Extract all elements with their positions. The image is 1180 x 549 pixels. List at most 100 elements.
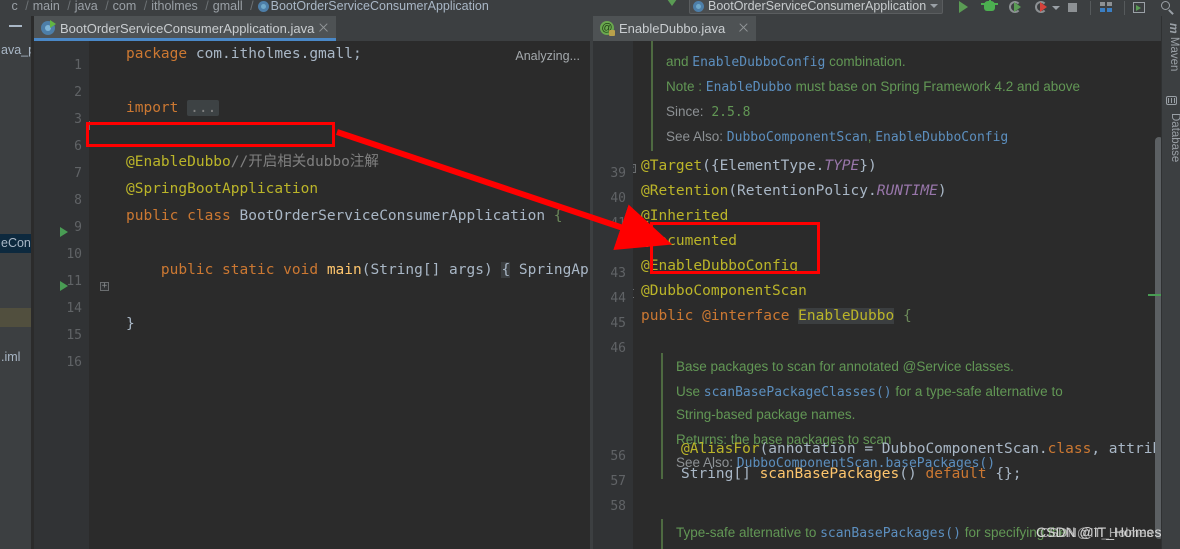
run-button[interactable] [955,0,973,16]
breadcrumb-item[interactable]: com [113,0,137,13]
fold-expand-icon[interactable]: + [89,121,90,130]
fold-brace-icon[interactable] [633,289,634,298]
doc-link[interactable]: scanBasePackageClasses() [704,385,892,400]
line-number: 58 [610,499,626,514]
line-number: 1 [74,58,82,73]
doc-line: Note : EnableDubbo must base on Spring F… [666,79,1081,95]
doc-link[interactable]: EnableDubboConfig [875,130,1008,145]
close-icon[interactable] [738,22,749,33]
java-class-run-icon [41,20,56,35]
code-line-1: package com.itholmes.gmall; [126,46,362,62]
tool-window-maven[interactable]: m Maven [1162,20,1180,71]
project-row[interactable]: ava_pr [0,41,31,60]
project-row[interactable] [0,272,31,291]
fold-expand-icon[interactable]: + [100,282,109,291]
run-gutter-icon[interactable] [60,227,68,237]
tab-enable-dubbo[interactable]: EnableDubbo.java [593,16,756,41]
line-number: 43 [610,266,626,281]
right-code-area[interactable]: and EnableDubboConfig combination. Note … [633,41,1180,549]
run-configuration-selector[interactable]: BootOrderServiceConsumerApplication [689,0,944,14]
left-gutter[interactable]: 1 2 3 6 7 8 9 10 11 14 15 16 [34,41,89,549]
project-row[interactable] [0,79,31,98]
code-line-7: @EnableDubbo//开启相关dubbo注解 [126,154,379,170]
breadcrumb-separator: / [25,0,29,13]
doc-link[interactable]: scanBasePackages() [820,526,961,541]
breadcrumb-item[interactable]: itholmes [151,0,198,13]
doc-line: Use scanBasePackageClasses() for a type-… [676,384,1063,400]
tab-boot-order-service-consumer-application[interactable]: BootOrderServiceConsumerApplication.java [34,16,336,41]
maven-icon: m [1167,23,1180,34]
line-number: 57 [610,474,626,489]
doc-line: and EnableDubboConfig combination. [666,54,906,70]
top-toolbar: c / main / java / com / itholmes / gmall / Boo… [0,0,1180,16]
fold-collapse-icon[interactable]: − [633,164,636,173]
tool-window-label: Database [1169,113,1180,163]
breadcrumb-item[interactable]: main [33,0,60,13]
run-config-class-icon [693,1,704,12]
project-row-modified[interactable] [0,308,31,327]
code-line-39: @Target({ElementType.TYPE}) [641,158,877,174]
run-with-coverage-button[interactable] [1007,0,1025,16]
doc-link[interactable]: DubboComponentScan [727,130,868,145]
left-analyzing-status: Analyzing... [515,49,580,63]
chevron-down-icon [930,4,939,8]
breadcrumb-class[interactable]: BootOrderServiceConsumerApplication [271,0,489,13]
code-line-8: @SpringBootApplication [126,181,319,197]
breadcrumb-item[interactable]: java [75,0,98,13]
left-editor-tabstrip: BootOrderServiceConsumerApplication.java [34,16,590,41]
project-row[interactable] [0,117,31,136]
updates-button[interactable] [1130,0,1148,16]
code-line-40: @Retention(RetentionPolicy.RUNTIME) [641,183,947,199]
profile-dropdown-icon[interactable] [1052,6,1060,10]
stop-button[interactable] [1064,0,1082,16]
code-line-45: public @interface EnableDubbo { [641,308,912,324]
services-button[interactable] [1098,0,1116,16]
left-code-area[interactable]: + + package com.itholmes.gmall; import .… [89,41,590,549]
code-line-documented: @Documented [641,233,738,249]
line-number: 7 [74,166,82,181]
project-tool-window-sliver[interactable]: ava_pr eCons .iml [0,16,31,549]
code-line-15: } [126,316,135,332]
tool-window-database[interactable]: Database [1162,110,1180,162]
project-row[interactable]: .iml [0,348,31,367]
line-number: 8 [74,193,82,208]
code-line-44: @DubboComponentScan [641,283,807,299]
scroll-marker[interactable] [1148,294,1162,296]
close-icon[interactable] [318,22,329,33]
profile-button[interactable] [1033,0,1051,16]
line-number: 15 [66,328,82,343]
tool-window-label: Maven [1168,36,1180,72]
services-icon [1100,2,1113,13]
code-line-43: @EnableDubboConfig [641,258,799,274]
breadcrumb-separator: / [205,0,209,13]
breadcrumb[interactable]: c / main / java / com / itholmes / gmall / Boo… [0,0,489,15]
right-gutter[interactable]: 39 40 41 43 44 45 46 56 57 58 [593,41,633,549]
line-number: 2 [74,85,82,100]
code-line-9: public class BootOrderServiceConsumerApp… [126,208,563,224]
breadcrumb-separator: / [67,0,71,13]
project-row[interactable] [0,155,31,174]
line-number: 44 [610,291,626,306]
doc-line: Type-safe alternative to scanBasePackage… [676,525,1067,541]
breadcrumb-separator: / [105,0,109,13]
breadcrumb-item[interactable]: gmall [213,0,243,13]
run-config-label: BootOrderServiceConsumerApplication [708,0,927,13]
breadcrumb-separator: / [250,0,254,13]
debug-button[interactable] [981,0,999,16]
breadcrumb-separator: / [143,0,148,13]
code-line-11: public static void main(String[] args) {… [160,262,590,278]
breadcrumb-item[interactable]: c [11,0,17,13]
doc-line-see-also: See Also: DubboComponentScan, EnableDubb… [666,129,1009,145]
import-fold[interactable]: ... [187,100,220,116]
updates-icon [1133,2,1145,13]
annotation-file-icon [600,21,615,36]
run-icon [959,1,968,13]
run-gutter-icon[interactable] [60,281,68,291]
search-icon [1161,1,1170,10]
stop-icon [1068,3,1077,12]
right-tool-window-bar: m Maven Database [1161,16,1180,549]
project-row-selected[interactable]: eCons [0,234,31,253]
minimize-button[interactable] [0,16,31,35]
search-everywhere-button[interactable] [1158,0,1176,16]
code-line-56: @AliasFor(annotation = DubboComponentSca… [681,441,1180,457]
